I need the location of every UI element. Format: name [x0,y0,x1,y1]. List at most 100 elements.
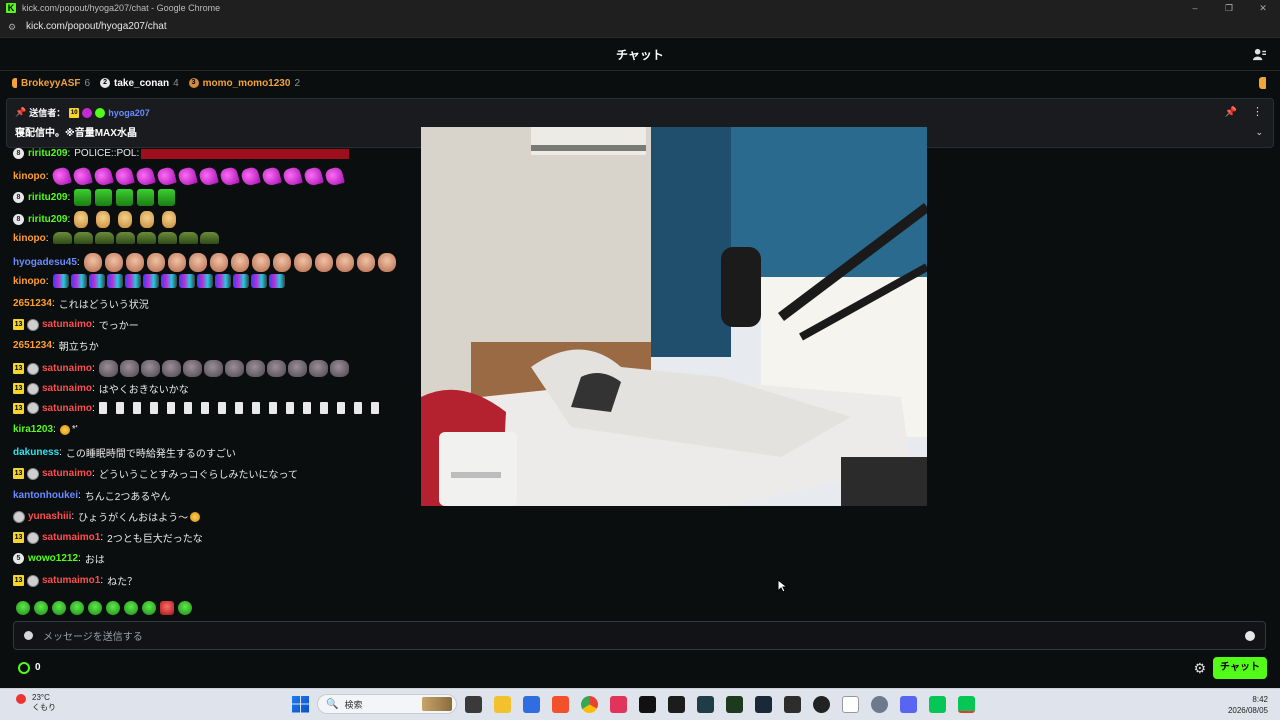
emote-icon[interactable] [272,253,291,272]
emote-icon[interactable] [71,166,93,187]
settings-icon[interactable] [871,695,888,713]
emote-icon[interactable] [251,402,260,414]
send-chat-button[interactable]: チャット [1213,657,1267,679]
emote-icon[interactable] [136,232,156,244]
emote-icon[interactable] [34,601,48,615]
emote-icon[interactable] [98,360,118,377]
chat-message[interactable]: kinopo: [13,232,221,244]
emote-icon[interactable] [118,211,133,228]
emote-icon[interactable] [158,189,176,206]
chat-username[interactable]: riritu209 [28,148,67,159]
emote-icon[interactable] [162,211,177,228]
emote-icon[interactable] [314,253,333,272]
chat-username[interactable]: yunashiii [28,511,71,522]
chat-username[interactable]: satumaimo1 [42,575,100,586]
unpin-icon[interactable]: 📌 [1225,107,1237,118]
chat-message[interactable]: 13 satunaimo: [13,360,351,377]
restore-button[interactable]: ❐ [1212,0,1246,16]
chat-message[interactable]: 2651234: 朝立ちか [13,338,99,353]
emote-icon[interactable] [161,360,181,377]
emote-icon[interactable] [52,274,69,288]
chat-username[interactable]: kinopo [13,276,46,287]
chat-message[interactable]: 13 satunaimo: [13,402,388,414]
chat-message[interactable]: 5 wowo1212: おは [13,551,105,566]
chat-message[interactable]: kinopo: [13,274,287,288]
emote-icon[interactable] [104,253,123,272]
emote-icon[interactable] [268,274,285,288]
emote-icon[interactable] [59,424,70,435]
file-explorer-icon[interactable] [494,695,511,713]
emote-icon[interactable] [124,601,138,615]
chat-username[interactable]: kinopo [13,171,46,182]
url-text[interactable]: kick.com/popout/hyoga207/chat [26,21,167,32]
tiktok-icon[interactable] [639,695,656,713]
emote-icon[interactable] [199,232,219,244]
emote-icon[interactable] [319,402,328,414]
emote-icon[interactable] [125,253,144,272]
chat-username[interactable]: hyogadesu45 [13,257,77,268]
emote-icon[interactable] [285,402,294,414]
emote-icon[interactable] [285,148,302,159]
emote-icon[interactable] [74,211,89,228]
emote-icon[interactable] [149,402,158,414]
emote-icon[interactable] [302,402,311,414]
chat-message[interactable]: 8 riritu209: [13,189,179,206]
chat-message[interactable]: 13 satunaimo: どういうことすみっコぐらしみたいになって [13,466,298,481]
chat-message[interactable]: 13 satunaimo: はやくおきないかな [13,381,189,396]
emote-icon[interactable] [92,166,114,187]
emote-icon[interactable] [203,360,223,377]
emote-icon[interactable] [178,232,198,244]
emote-icon[interactable] [221,148,238,159]
emote-icon[interactable] [70,601,84,615]
emote-icon[interactable] [113,166,135,187]
emote-icon[interactable] [189,148,206,159]
app-icon[interactable] [697,695,714,713]
close-button[interactable]: ✕ [1246,0,1280,16]
emote-icon[interactable] [178,274,195,288]
emote-icon[interactable] [329,360,349,377]
emote-icon[interactable] [124,274,141,288]
more-options-icon[interactable]: ⋮ [1252,105,1263,118]
emote-icon[interactable] [83,253,102,272]
chat-message[interactable]: 13 satunaimo: でっかー [13,317,139,332]
app-icon[interactable] [610,695,627,713]
chat-username[interactable]: riritu209 [28,214,67,225]
emote-icon[interactable] [268,402,277,414]
address-bar[interactable]: ⚙ kick.com/popout/hyoga207/chat [0,16,1280,38]
emote-icon[interactable] [94,232,114,244]
emote-icon[interactable] [70,274,87,288]
emote-icon[interactable] [167,253,186,272]
emote-icon[interactable] [250,274,267,288]
chat-username[interactable]: satunaimo [42,319,92,330]
app-icon[interactable] [842,695,859,713]
emote-icon[interactable] [50,166,72,187]
emote-icon[interactable] [98,402,107,414]
emote-icon[interactable] [200,402,209,414]
emote-icon[interactable] [356,253,375,272]
chat-message[interactable]: 8 riritu209: POLICE::POL: [13,148,350,159]
emote-icon[interactable] [166,402,175,414]
emote-icon[interactable] [137,189,155,206]
emote-icon[interactable] [237,148,254,159]
emote-icon[interactable] [323,166,345,187]
emote-icon[interactable] [269,148,286,159]
chat-username[interactable]: satunaimo [42,468,92,479]
emote-icon[interactable] [287,360,307,377]
emote-icon[interactable] [317,148,334,159]
emote-icon[interactable] [142,274,159,288]
chrome-icon[interactable] [581,695,598,713]
channel-points-icon[interactable] [18,662,30,674]
emote-icon[interactable] [335,253,354,272]
site-info-icon[interactable]: ⚙ [8,22,18,32]
pinned-username[interactable]: hyoga207 [108,108,150,118]
chat-message[interactable]: 13 satumaimo1:2つとも巨大だったな [13,530,203,545]
emote-icon[interactable] [308,360,328,377]
message-placeholder[interactable]: メッセージを送信する [43,628,1245,643]
emote-icon[interactable] [155,166,177,187]
emote-icon[interactable] [281,166,303,187]
steam-icon[interactable] [755,695,772,713]
settings-gear-icon[interactable]: ⚙ [1193,660,1206,677]
leader-entry[interactable]: BrokeyyASF 6 [12,78,90,89]
emote-icon[interactable] [260,166,282,187]
emote-icon[interactable] [232,274,249,288]
